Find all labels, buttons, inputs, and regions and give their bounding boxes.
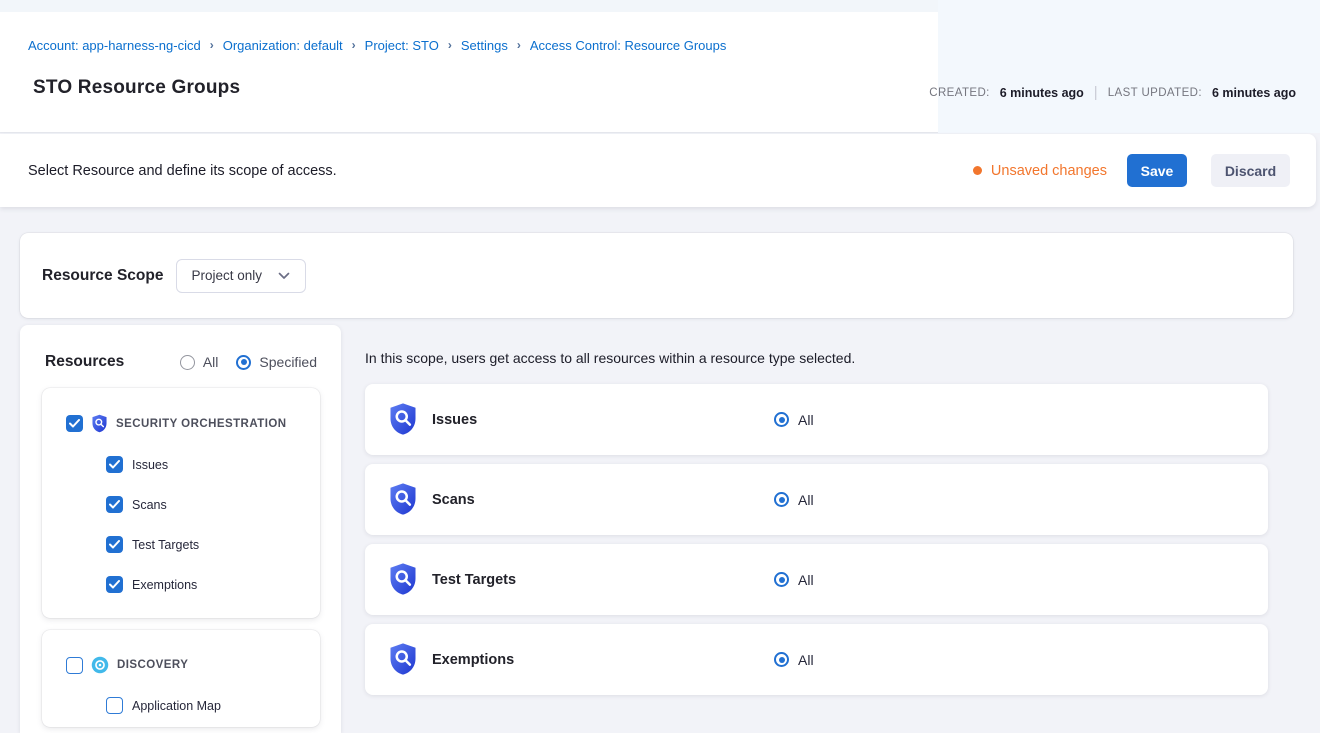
last-updated-label: LAST UPDATED: <box>1108 87 1202 99</box>
row-label-exemptions: Exemptions <box>432 652 514 668</box>
discard-button[interactable]: Discard <box>1211 154 1290 187</box>
resources-panel: Resources All Specified <box>20 325 341 733</box>
radio-all-label: All <box>203 354 219 370</box>
resource-row-issues: Issues All <box>365 384 1268 455</box>
resource-item-application-map[interactable]: Application Map <box>106 697 320 714</box>
checkbox-security-orchestration[interactable] <box>66 415 83 432</box>
radio-all-selected-icon[interactable] <box>774 652 789 667</box>
radio-all-selected-icon[interactable] <box>774 412 789 427</box>
item-label-issues: Issues <box>132 458 168 472</box>
created-label: CREATED: <box>929 87 990 99</box>
resource-row-test-targets: Test Targets All <box>365 544 1268 615</box>
group-header-security-orchestration[interactable]: SECURITY ORCHESTRATION <box>42 388 320 433</box>
resource-group-security-orchestration: SECURITY ORCHESTRATION Issues Scans <box>42 388 320 618</box>
check-icon <box>109 500 120 509</box>
check-icon <box>109 540 120 549</box>
scope-description: In this scope, users get access to all r… <box>365 350 855 366</box>
group-label-security-orchestration: SECURITY ORCHESTRATION <box>116 418 287 430</box>
resource-scope-card: Resource Scope Project only <box>20 233 1293 318</box>
row-label-issues: Issues <box>432 412 477 428</box>
breadcrumb-settings[interactable]: Settings <box>461 38 508 53</box>
header-meta-panel <box>938 0 1320 133</box>
resource-item-exemptions[interactable]: Exemptions <box>106 576 320 593</box>
breadcrumb-project[interactable]: Project: STO <box>365 38 439 53</box>
resource-scope-dropdown[interactable]: Project only <box>176 259 306 293</box>
checkbox-issues[interactable] <box>106 456 123 473</box>
row-access-issues[interactable]: All <box>774 412 814 428</box>
group-label-discovery: DISCOVERY <box>117 659 188 671</box>
shield-search-icon <box>91 414 108 433</box>
row-access-label: All <box>798 412 814 428</box>
chevron-down-icon <box>278 272 290 280</box>
resources-header: Resources All Specified <box>20 325 341 371</box>
row-access-label: All <box>798 652 814 668</box>
row-access-exemptions[interactable]: All <box>774 652 814 668</box>
radio-option-specified[interactable]: Specified <box>236 354 317 370</box>
save-button[interactable]: Save <box>1127 154 1187 187</box>
resource-scope-label: Resource Scope <box>42 267 163 285</box>
breadcrumb-separator-icon: › <box>352 38 356 52</box>
resource-item-scans[interactable]: Scans <box>106 496 320 513</box>
action-toolbar: Select Resource and define its scope of … <box>0 134 1316 207</box>
radio-option-all[interactable]: All <box>180 354 219 370</box>
item-label-test-targets: Test Targets <box>132 538 199 552</box>
radio-all-icon[interactable] <box>180 355 195 370</box>
unsaved-changes-label: Unsaved changes <box>991 163 1107 179</box>
checkbox-exemptions[interactable] <box>106 576 123 593</box>
resource-row-exemptions: Exemptions All <box>365 624 1268 695</box>
created-value: 6 minutes ago <box>1000 86 1084 100</box>
radar-icon <box>91 656 109 674</box>
row-access-label: All <box>798 572 814 588</box>
breadcrumb-separator-icon: › <box>448 38 452 52</box>
check-icon <box>109 460 120 469</box>
resource-item-test-targets[interactable]: Test Targets <box>106 536 320 553</box>
radio-all-selected-icon[interactable] <box>774 492 789 507</box>
shield-search-icon <box>388 561 418 597</box>
radio-specified-label: Specified <box>259 354 317 370</box>
radio-specified-icon[interactable] <box>236 355 251 370</box>
check-icon <box>69 419 80 428</box>
created-updated-meta: CREATED: 6 minutes ago | LAST UPDATED: 6… <box>929 84 1296 101</box>
check-icon <box>109 580 120 589</box>
breadcrumb: Account: app-harness-ng-cicd › Organizat… <box>28 38 726 53</box>
breadcrumb-separator-icon: › <box>210 38 214 52</box>
item-label-application-map: Application Map <box>132 699 221 713</box>
last-updated-value: 6 minutes ago <box>1212 86 1296 100</box>
resource-scope-selected-value: Project only <box>191 268 262 283</box>
breadcrumb-separator-icon: › <box>517 38 521 52</box>
checkbox-scans[interactable] <box>106 496 123 513</box>
page-header: Account: app-harness-ng-cicd › Organizat… <box>0 0 1320 133</box>
shield-search-icon <box>388 481 418 517</box>
unsaved-changes-dot-icon <box>973 166 982 175</box>
breadcrumb-resource-groups[interactable]: Access Control: Resource Groups <box>530 38 727 53</box>
resources-mode-radio-group: All Specified <box>180 354 317 370</box>
checkbox-test-targets[interactable] <box>106 536 123 553</box>
radio-all-selected-icon[interactable] <box>774 572 789 587</box>
breadcrumb-account[interactable]: Account: app-harness-ng-cicd <box>28 38 201 53</box>
toolbar-actions: Unsaved changes Save Discard <box>973 154 1290 187</box>
item-label-exemptions: Exemptions <box>132 578 197 592</box>
checkbox-application-map[interactable] <box>106 697 123 714</box>
shield-search-icon <box>388 401 418 437</box>
breadcrumb-organization[interactable]: Organization: default <box>223 38 343 53</box>
row-access-test-targets[interactable]: All <box>774 572 814 588</box>
page-title: STO Resource Groups <box>33 77 240 99</box>
resource-item-issues[interactable]: Issues <box>106 456 320 473</box>
row-access-scans[interactable]: All <box>774 492 814 508</box>
shield-search-icon <box>388 641 418 677</box>
row-label-scans: Scans <box>432 492 475 508</box>
row-label-test-targets: Test Targets <box>432 572 516 588</box>
checkbox-discovery[interactable] <box>66 657 83 674</box>
group-header-discovery[interactable]: DISCOVERY <box>42 630 320 674</box>
resource-group-discovery: DISCOVERY Application Map <box>42 630 320 727</box>
row-access-label: All <box>798 492 814 508</box>
toolbar-description: Select Resource and define its scope of … <box>28 163 337 179</box>
item-label-scans: Scans <box>132 498 167 512</box>
meta-divider: | <box>1094 84 1098 101</box>
resources-heading: Resources <box>45 353 124 371</box>
resource-row-scans: Scans All <box>365 464 1268 535</box>
